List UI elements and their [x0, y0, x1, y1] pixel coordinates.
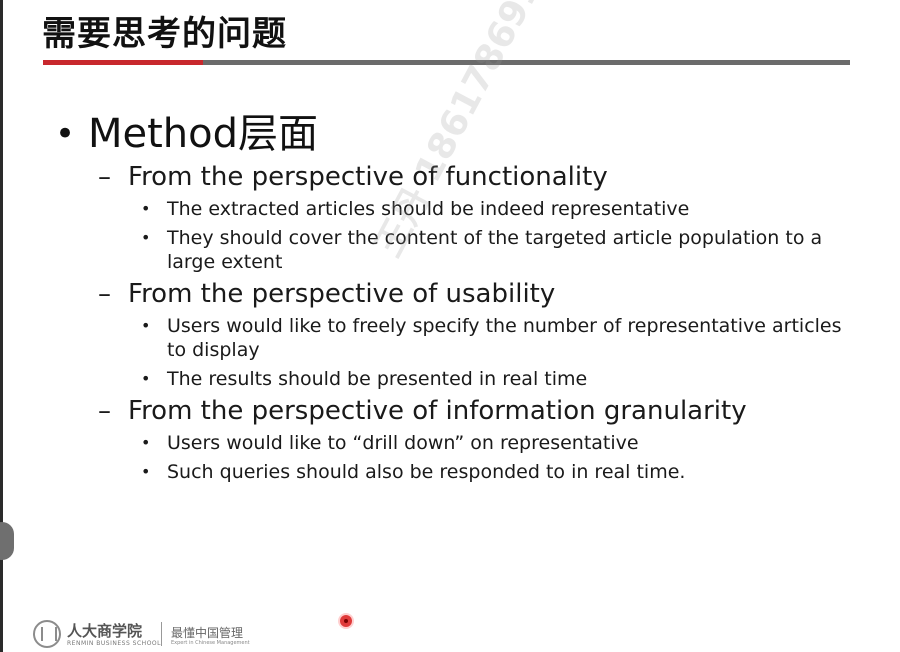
list-item-text: Users would like to “drill down” on repr…	[167, 432, 639, 454]
bullet-dot: •	[141, 228, 151, 247]
slide-nav-handle[interactable]	[0, 522, 14, 560]
section-dash: –	[98, 396, 111, 426]
title-underline	[43, 60, 850, 65]
school-slogan-en: Expert in Chinese Management	[171, 640, 250, 646]
section-title: From the perspective of functionality	[128, 162, 608, 192]
list-item-text: Users would like to freely specify the n…	[167, 315, 842, 337]
slide: 需要思考的问题 • Method层面 – From the perspectiv…	[0, 0, 900, 652]
heading-bullet: •	[55, 114, 76, 154]
section-title: From the perspective of information gran…	[128, 396, 747, 426]
list-item-text: The results should be presented in real …	[167, 368, 588, 390]
school-slogan: 最懂中国管理	[171, 626, 244, 640]
list-item-text: large extent	[167, 251, 283, 273]
school-seal-icon	[33, 620, 61, 648]
slide-title: 需要思考的问题	[42, 14, 287, 54]
section-dash: –	[98, 279, 111, 309]
list-item-text: They should cover the content of the tar…	[167, 227, 823, 249]
list-item-text: Such queries should also be responded to…	[167, 461, 686, 483]
section-dash: –	[98, 162, 111, 192]
heading-text: Method层面	[88, 111, 319, 157]
section-title: From the perspective of usability	[128, 279, 556, 309]
bullet-dot: •	[141, 316, 151, 335]
bullet-dot: •	[141, 199, 151, 218]
bullet-dot: •	[141, 369, 151, 388]
title-underline-rest	[203, 60, 850, 65]
school-name: 人大商学院	[67, 622, 143, 640]
logo-divider	[161, 622, 162, 646]
title-underline-accent	[43, 60, 203, 65]
list-item-text: The extracted articles should be indeed …	[167, 198, 690, 220]
list-item-text: to display	[167, 339, 260, 361]
bullet-dot: •	[141, 433, 151, 452]
pointer-dot-icon	[340, 615, 352, 627]
bullet-dot: •	[141, 462, 151, 481]
school-name-en: RENMIN BUSINESS SCHOOL	[67, 640, 161, 647]
